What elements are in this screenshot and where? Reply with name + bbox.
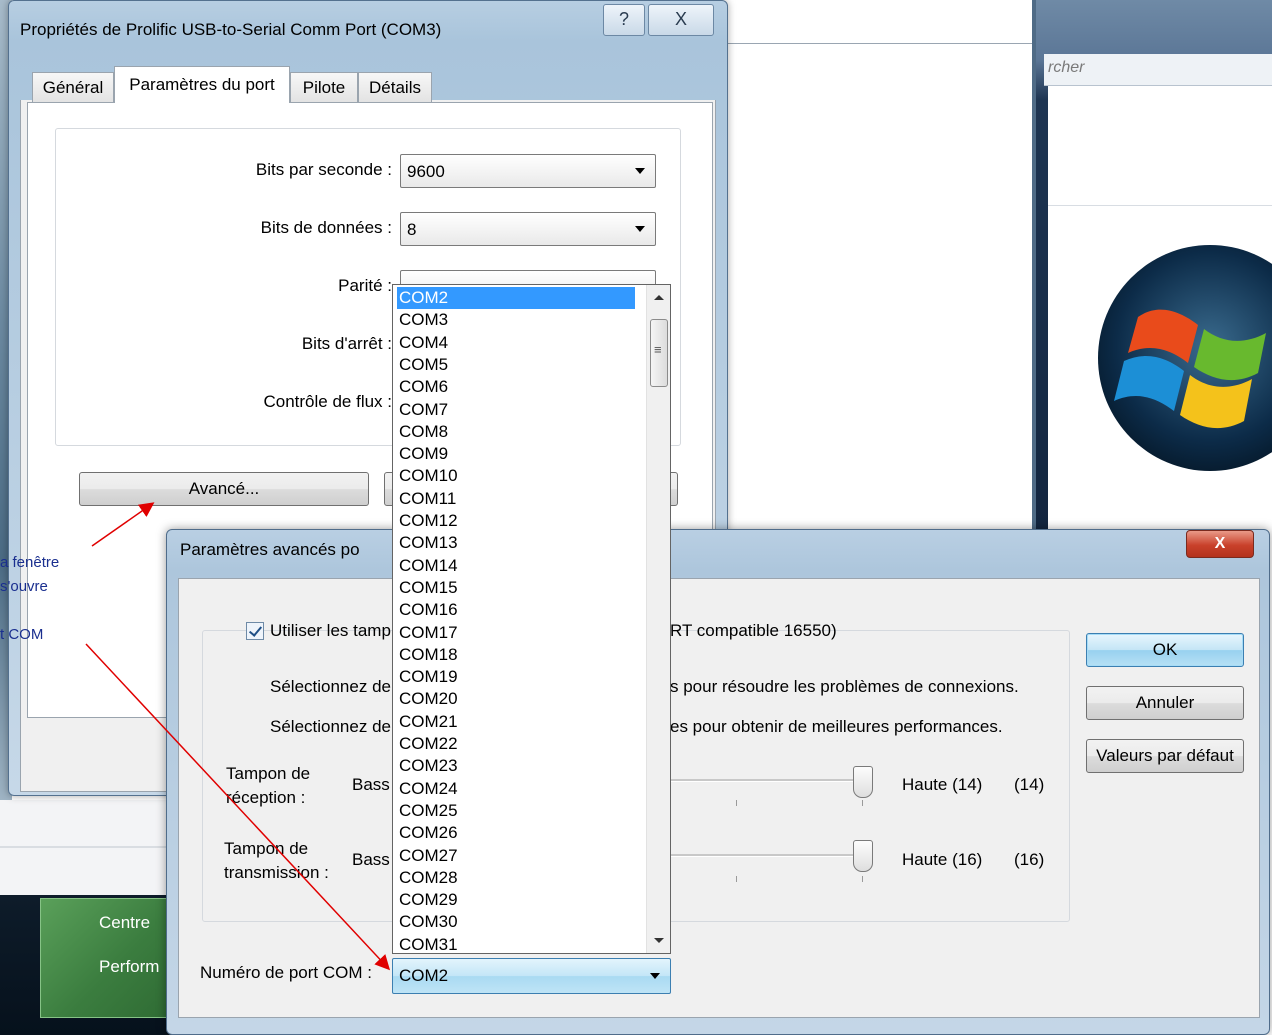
parity-label: Parité : — [338, 276, 392, 295]
annotation-text: s'ouvre — [0, 578, 48, 595]
scrollbar-thumb[interactable] — [650, 319, 668, 387]
transmit-buffer-high-label: Haute (16) — [902, 850, 983, 869]
scroll-down-icon[interactable] — [654, 938, 664, 943]
stop-bits-label: Bits d'arrêt : — [301, 334, 392, 353]
transmit-buffer-slider-track[interactable] — [670, 854, 870, 857]
start-item-performance[interactable]: Perform — [99, 957, 159, 977]
dropdown-option[interactable]: COM23 — [397, 755, 635, 777]
com-port-label: Numéro de port COM : — [200, 963, 372, 982]
dropdown-option[interactable]: COM27 — [397, 845, 635, 867]
close-button[interactable]: X — [648, 4, 714, 36]
transmit-buffer-low-label: Bass — [352, 850, 390, 869]
low-setting-hint: Sélectionnez de — [270, 677, 391, 696]
high-setting-hint-suffix: es pour obtenir de meilleures performanc… — [670, 717, 1003, 736]
transmit-buffer-slider-thumb[interactable] — [853, 840, 873, 872]
dropdown-option[interactable]: COM22 — [397, 733, 635, 755]
dropdown-option[interactable]: COM25 — [397, 800, 635, 822]
com-port-select[interactable]: COM2 — [392, 958, 671, 994]
bits-per-second-value: 9600 — [407, 162, 445, 181]
close-button[interactable]: X — [1186, 530, 1254, 558]
chevron-down-icon — [635, 226, 645, 232]
com-port-dropdown-list[interactable]: COM2 COM3 COM4 COM5 COM6 COM7 COM8 COM9 COM10 COM… — [392, 284, 671, 954]
properties-dialog-title: Propriétés de Prolific USB-to-Serial Com… — [20, 20, 442, 39]
receive-buffer-label: Tampon de réception : — [226, 764, 311, 807]
dropdown-option[interactable]: COM15 — [397, 577, 635, 599]
annotation-text: t COM — [0, 626, 44, 643]
receive-buffer-value: (14) — [1014, 775, 1045, 794]
help-button[interactable]: ? — [603, 4, 645, 36]
data-bits-label: Bits de données : — [260, 218, 392, 237]
dropdown-option[interactable]: COM14 — [397, 555, 635, 577]
dropdown-option[interactable]: COM2 — [397, 287, 635, 309]
receive-buffer-low-label: Bass — [352, 775, 390, 794]
dropdown-option[interactable]: COM11 — [397, 488, 635, 510]
transmit-buffer-label: Tampon de transmission : — [224, 839, 329, 882]
advanced-dialog-title: Paramètres avancés po — [180, 540, 360, 559]
bits-per-second-select[interactable]: 9600 — [400, 154, 656, 188]
data-bits-value: 8 — [407, 220, 417, 239]
use-fifo-label: Utiliser les tamp — [270, 621, 391, 640]
dropdown-option[interactable]: COM31 — [397, 934, 635, 953]
dropdown-option[interactable]: COM7 — [397, 399, 635, 421]
dropdown-option[interactable]: COM30 — [397, 911, 635, 933]
transmit-buffer-value: (16) — [1014, 850, 1045, 869]
dropdown-option[interactable]: COM10 — [397, 465, 635, 487]
slider-tick — [862, 800, 863, 806]
slider-tick — [862, 876, 863, 882]
dropdown-option[interactable]: COM6 — [397, 376, 635, 398]
dropdown-option[interactable]: COM4 — [397, 332, 635, 354]
use-fifo-checkbox[interactable] — [246, 622, 264, 640]
dropdown-option[interactable]: COM24 — [397, 778, 635, 800]
background-search-box[interactable]: rcher — [1044, 54, 1272, 86]
dropdown-option[interactable]: COM8 — [397, 421, 635, 443]
slider-tick — [736, 876, 737, 882]
background-window-toolbar — [726, 0, 1032, 44]
dropdown-option[interactable]: COM20 — [397, 688, 635, 710]
windows-logo-icon — [1098, 245, 1272, 471]
dropdown-option[interactable]: COM17 — [397, 622, 635, 644]
dropdown-option[interactable]: COM16 — [397, 599, 635, 621]
dropdown-option[interactable]: COM12 — [397, 510, 635, 532]
dropdown-option[interactable]: COM13 — [397, 532, 635, 554]
dropdown-option[interactable]: COM21 — [397, 711, 635, 733]
dropdown-option[interactable]: COM9 — [397, 443, 635, 465]
dropdown-option[interactable]: COM29 — [397, 889, 635, 911]
tab-port-settings[interactable]: Paramètres du port — [114, 66, 290, 103]
chevron-down-icon — [650, 973, 660, 979]
annotation-text: a fenêtre — [0, 554, 60, 571]
flow-control-label: Contrôle de flux : — [263, 392, 392, 411]
dropdown-option[interactable]: COM19 — [397, 666, 635, 688]
dropdown-option[interactable]: COM5 — [397, 354, 635, 376]
divider — [1048, 205, 1272, 206]
background-window — [726, 0, 1038, 530]
use-fifo-label-suffix: RT compatible 16550) — [670, 621, 837, 640]
high-setting-hint: Sélectionnez de — [270, 717, 391, 736]
dropdown-option[interactable]: COM26 — [397, 822, 635, 844]
cancel-button[interactable]: Annuler — [1086, 686, 1244, 720]
dropdown-option[interactable]: COM28 — [397, 867, 635, 889]
low-setting-hint-suffix: s pour résoudre les problèmes de connexi… — [670, 677, 1019, 696]
slider-tick — [736, 800, 737, 806]
dropdown-option[interactable]: COM3 — [397, 309, 635, 331]
tab-general[interactable]: Général — [32, 72, 114, 102]
start-item-centre[interactable]: Centre — [99, 913, 150, 933]
scroll-up-icon[interactable] — [654, 295, 664, 300]
tab-driver[interactable]: Pilote — [290, 72, 358, 102]
receive-buffer-slider-thumb[interactable] — [853, 766, 873, 798]
bits-per-second-label: Bits par seconde : — [255, 160, 392, 179]
com-port-value: COM2 — [399, 966, 449, 985]
receive-buffer-high-label: Haute (14) — [902, 775, 983, 794]
chevron-down-icon — [635, 168, 645, 174]
advanced-button[interactable]: Avancé... — [79, 472, 369, 506]
tab-details[interactable]: Détails — [358, 72, 432, 102]
search-placeholder: rcher — [1048, 59, 1085, 76]
start-menu-tile[interactable]: Centre Perform — [40, 898, 180, 1018]
ok-button[interactable]: OK — [1086, 633, 1244, 667]
dropdown-scrollbar[interactable] — [646, 285, 670, 953]
receive-buffer-slider-track[interactable] — [670, 779, 870, 782]
data-bits-select[interactable]: 8 — [400, 212, 656, 246]
defaults-button[interactable]: Valeurs par défaut — [1086, 739, 1244, 773]
dropdown-option[interactable]: COM18 — [397, 644, 635, 666]
